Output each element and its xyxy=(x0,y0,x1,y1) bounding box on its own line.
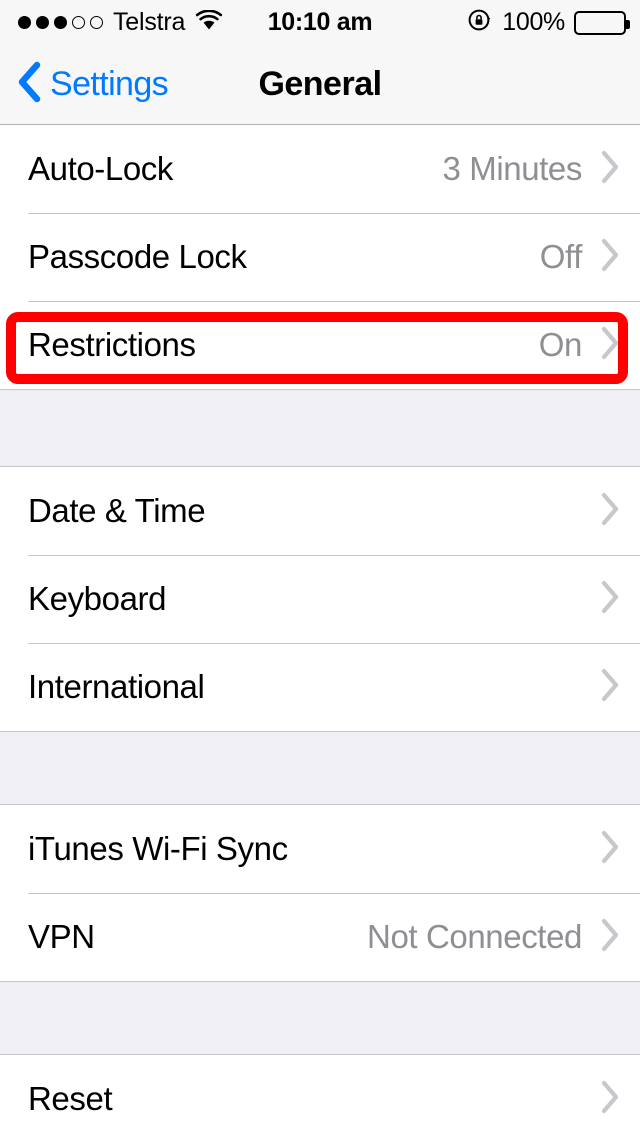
chevron-right-icon xyxy=(600,326,620,365)
signal-strength-indicator xyxy=(18,16,103,29)
row-value: On xyxy=(538,326,583,363)
signal-dot-5 xyxy=(90,16,103,29)
table-row[interactable]: VPN Not Connected xyxy=(0,893,640,981)
battery-percentage: 100% xyxy=(502,8,565,36)
row-value: 3 Minutes xyxy=(442,150,583,187)
group-separator xyxy=(0,390,640,466)
carrier-name: Telstra xyxy=(113,8,186,36)
row-label: Keyboard xyxy=(28,580,167,617)
table-row[interactable]: iTunes Wi-Fi Sync xyxy=(0,805,640,893)
chevron-left-icon xyxy=(16,61,42,108)
chevron-right-icon xyxy=(600,580,620,619)
chevron-right-icon xyxy=(600,830,620,869)
table-row[interactable]: Reset xyxy=(0,1055,640,1136)
group-separator xyxy=(0,732,640,804)
status-bar-left: Telstra xyxy=(18,8,223,37)
settings-group: Reset xyxy=(0,1054,640,1136)
wifi-icon xyxy=(195,8,223,36)
group-separator xyxy=(0,982,640,1054)
row-label: Restrictions xyxy=(28,326,196,363)
iphone-screen: Telstra 10:10 am 100% Settings General A… xyxy=(0,0,640,1136)
settings-list: Auto-Lock 3 Minutes Passcode Lock Off Restri… xyxy=(0,125,640,1136)
chevron-right-icon xyxy=(600,492,620,531)
chevron-right-icon xyxy=(600,918,620,957)
rotation-lock-icon xyxy=(467,7,493,38)
chevron-right-icon xyxy=(600,150,620,189)
row-value: Not Connected xyxy=(367,918,582,955)
row-label: iTunes Wi-Fi Sync xyxy=(28,830,288,867)
status-bar: Telstra 10:10 am 100% xyxy=(0,0,640,45)
status-bar-right: 100% xyxy=(467,0,630,45)
navigation-bar: Settings General xyxy=(0,45,640,125)
settings-group: Date & Time Keyboard International xyxy=(0,466,640,732)
table-row[interactable]: Auto-Lock 3 Minutes xyxy=(0,125,640,213)
table-row[interactable]: International xyxy=(0,643,640,731)
row-label: Reset xyxy=(28,1080,113,1117)
table-row[interactable]: Keyboard xyxy=(0,555,640,643)
chevron-right-icon xyxy=(600,668,620,707)
table-row[interactable]: Passcode Lock Off xyxy=(0,213,640,301)
table-row[interactable]: Date & Time xyxy=(0,467,640,555)
row-label: Date & Time xyxy=(28,492,206,529)
back-button[interactable]: Settings xyxy=(0,61,169,108)
settings-group: iTunes Wi-Fi Sync VPN Not Connected xyxy=(0,804,640,982)
settings-group: Auto-Lock 3 Minutes Passcode Lock Off Restri… xyxy=(0,125,640,390)
battery-cap xyxy=(626,19,630,29)
row-label: Passcode Lock xyxy=(28,238,247,275)
signal-dot-3 xyxy=(54,16,67,29)
row-label: International xyxy=(28,668,205,705)
signal-dot-2 xyxy=(36,16,49,29)
signal-dot-4 xyxy=(72,16,85,29)
signal-dot-1 xyxy=(18,16,31,29)
row-value: Off xyxy=(539,238,583,275)
table-row[interactable]: Restrictions On xyxy=(0,301,640,389)
chevron-right-icon xyxy=(600,1080,620,1119)
chevron-right-icon xyxy=(600,238,620,277)
back-button-label: Settings xyxy=(50,65,169,103)
row-label: VPN xyxy=(28,918,95,955)
row-label: Auto-Lock xyxy=(28,150,173,187)
battery-icon xyxy=(574,10,630,35)
